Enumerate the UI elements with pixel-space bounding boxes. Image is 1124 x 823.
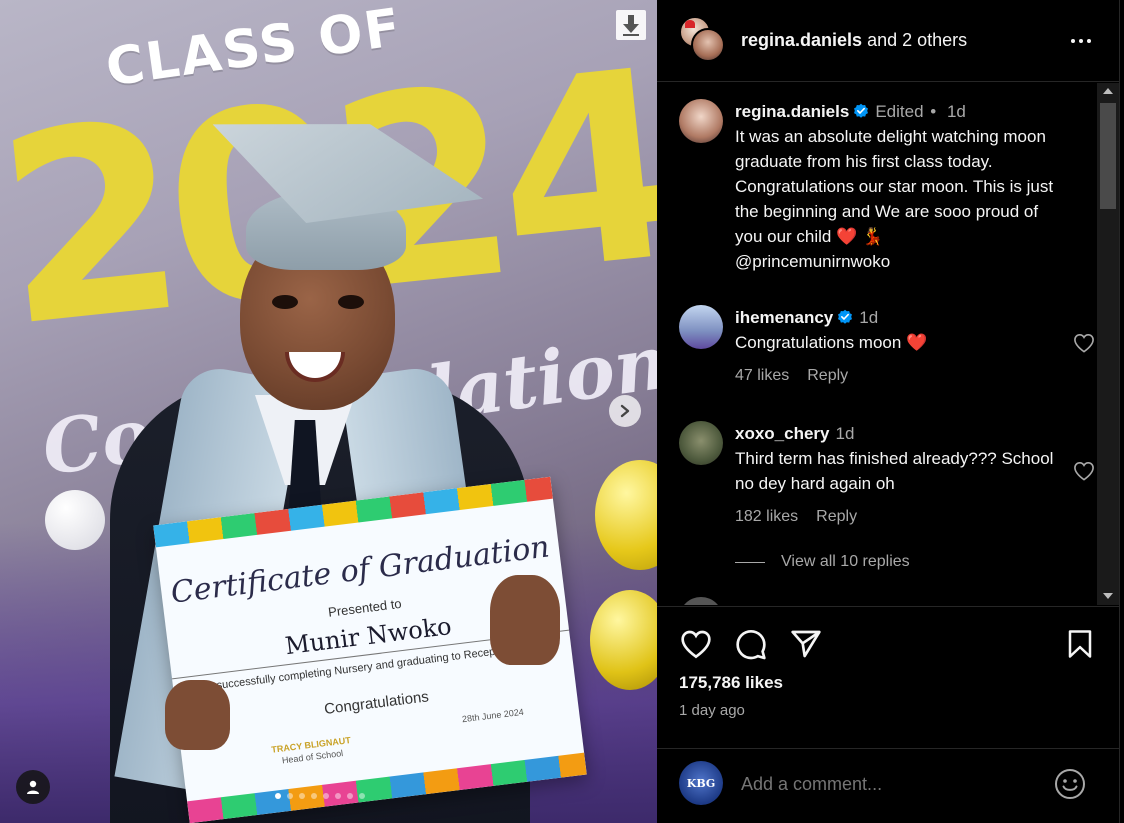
comment-icon (736, 630, 766, 660)
carousel-indicator (275, 793, 365, 799)
dot (1079, 39, 1083, 43)
more-options-button[interactable] (1067, 27, 1095, 55)
comments-scrollbar[interactable] (1097, 83, 1119, 605)
avatar[interactable] (679, 305, 723, 349)
carousel-dot (299, 793, 305, 799)
user-icon (27, 780, 39, 794)
comment-text: Third term has finished already??? Schoo… (735, 449, 1054, 493)
verified-badge-icon (838, 309, 853, 324)
carousel-dot (335, 793, 341, 799)
comment-input[interactable] (741, 771, 1041, 797)
carousel-dot (323, 793, 329, 799)
window-edge (1119, 0, 1124, 823)
emoji-icon[interactable] (1053, 767, 1087, 801)
caption-body: regina.daniels Edited • 1d It was an abso… (735, 99, 1065, 274)
avatar[interactable] (679, 99, 723, 143)
eye (338, 295, 364, 309)
post-details-panel: regina.daniels and 2 others regina.danie… (657, 0, 1119, 823)
author-username[interactable]: regina.daniels (741, 30, 862, 50)
carousel-dot (287, 793, 293, 799)
comment-likes[interactable]: 47 likes (735, 367, 789, 384)
carousel-dot (311, 793, 317, 799)
download-icon (623, 15, 639, 36)
likes-count[interactable]: 175,786 likes (679, 673, 783, 693)
caption-mention[interactable]: @princemunirnwoko (735, 249, 1065, 274)
certificate-date: 28th June 2024 (461, 706, 525, 725)
post-actions: 175,786 likes 1 day ago (657, 606, 1119, 748)
bookmark-icon (1068, 630, 1092, 658)
reply-button[interactable]: Reply (816, 508, 857, 525)
scroll-thumb[interactable] (1100, 103, 1116, 209)
dot (1071, 39, 1075, 43)
view-replies-button[interactable]: View all 10 replies (735, 553, 910, 571)
post-authors: regina.daniels and 2 others (741, 30, 967, 51)
comment-button[interactable] (734, 627, 768, 661)
caption-text: It was an absolute delight watching moon… (735, 127, 1054, 246)
comment-username[interactable]: xoxo_chery (735, 424, 830, 443)
carousel-dot (275, 793, 281, 799)
comment-text: Congratulations moon ❤️ (735, 333, 928, 352)
like-comment-heart-icon[interactable] (1073, 333, 1095, 353)
verified-badge-icon (854, 103, 869, 118)
chevron-right-icon (620, 404, 630, 418)
comment-body: ihemenancy 1d Congratulations moon ❤️ (735, 305, 1065, 355)
next-image-button[interactable] (609, 395, 641, 427)
caption-time[interactable]: 1d (947, 102, 966, 121)
hand (490, 575, 560, 665)
avatar (691, 28, 725, 62)
like-button[interactable] (679, 627, 713, 661)
comment-time[interactable]: 1d (859, 308, 878, 327)
certificate-signature: TRACY BLIGNAUT Head of School (271, 735, 353, 768)
eye (272, 295, 298, 309)
my-avatar: KBG (679, 761, 723, 805)
reply-button[interactable]: Reply (807, 367, 848, 384)
tagged-users-button[interactable] (16, 770, 50, 804)
send-icon (791, 630, 821, 658)
author-others[interactable]: and 2 others (867, 30, 967, 50)
comments-list[interactable]: regina.daniels Edited • 1d It was an abso… (657, 83, 1097, 605)
carousel-dot (347, 793, 353, 799)
view-replies-label: View all 10 replies (781, 553, 910, 570)
edited-label: Edited (875, 102, 924, 121)
post-time[interactable]: 1 day ago (679, 702, 745, 719)
avatar[interactable] (679, 421, 723, 465)
comment-actions: 182 likes Reply (735, 508, 857, 526)
share-button[interactable] (789, 627, 823, 661)
comment-time[interactable]: 1d (836, 424, 855, 443)
save-button[interactable] (1063, 627, 1097, 661)
divider (735, 561, 765, 563)
caption-username[interactable]: regina.daniels (735, 102, 849, 121)
heart-icon (681, 630, 711, 659)
comment-actions: 47 likes Reply (735, 367, 848, 385)
avatar[interactable] (679, 597, 723, 605)
scroll-up-arrow-icon[interactable] (1103, 88, 1113, 94)
comment-username[interactable]: ihemenancy (735, 308, 833, 327)
post-header: regina.daniels and 2 others (657, 0, 1119, 82)
white-balloon (45, 490, 105, 550)
separator: • (930, 102, 937, 121)
scroll-down-arrow-icon[interactable] (1103, 593, 1113, 599)
download-button[interactable] (616, 10, 646, 40)
hand (165, 680, 230, 750)
like-comment-heart-icon[interactable] (1073, 461, 1095, 481)
collab-avatars[interactable] (679, 16, 727, 64)
post-image[interactable]: 2024 CLASS OF Congratulations Certificat… (0, 0, 657, 823)
carousel-dot (359, 793, 365, 799)
dot (1087, 39, 1091, 43)
add-comment-bar: KBG (657, 748, 1119, 823)
comment-body: xoxo_chery 1d Third term has finished alr… (735, 421, 1065, 496)
comment-likes[interactable]: 182 likes (735, 508, 798, 525)
